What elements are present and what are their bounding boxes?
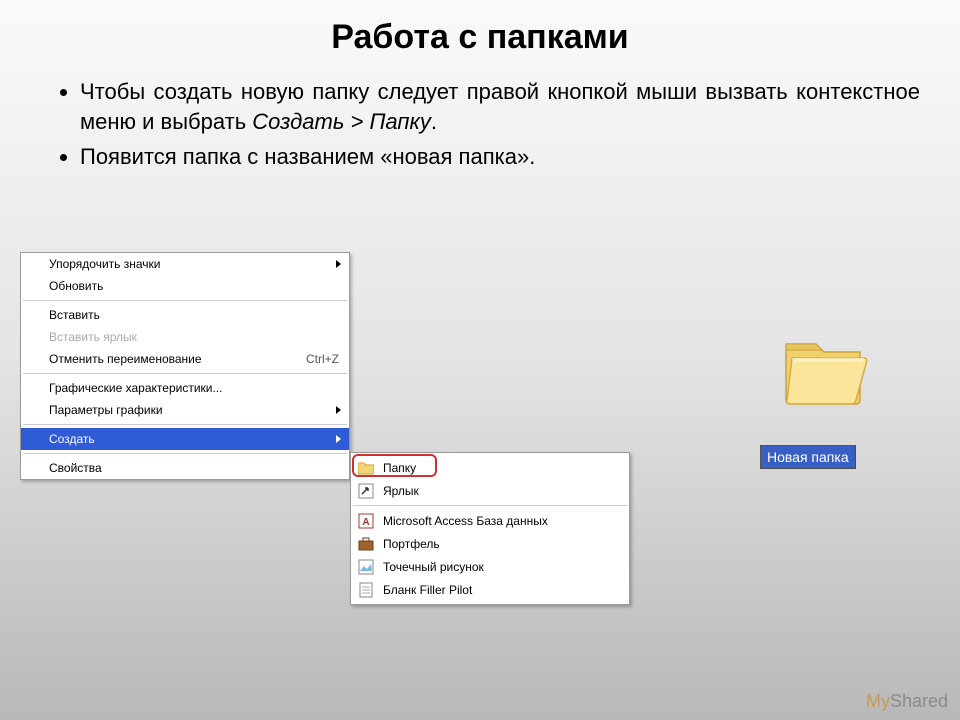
context-menu: Упорядочить значки Обновить Вставить Вст…: [20, 252, 350, 480]
menu-refresh[interactable]: Обновить: [21, 275, 349, 297]
shortcut-icon: [357, 482, 375, 500]
separator: [23, 373, 347, 374]
label: Папку: [383, 461, 416, 475]
bullet-1: Чтобы создать новую папку следует правой…: [80, 77, 920, 136]
page-title: Работа с папками: [0, 0, 960, 57]
menu-graphics-params[interactable]: Параметры графики: [21, 399, 349, 421]
submenu-access[interactable]: A Microsoft Access База данных: [351, 509, 629, 532]
create-submenu: Папку Ярлык A Microsoft Access База данн…: [350, 452, 630, 605]
label: Отменить переименование: [49, 352, 202, 366]
label: Точечный рисунок: [383, 560, 484, 574]
separator: [23, 453, 347, 454]
submenu-briefcase[interactable]: Портфель: [351, 532, 629, 555]
access-icon: A: [357, 512, 375, 530]
submenu-arrow-icon: [336, 435, 341, 443]
label: Параметры графики: [49, 403, 163, 417]
form-icon: [357, 581, 375, 599]
submenu-shortcut[interactable]: Ярлык: [351, 479, 629, 502]
text-italic: Создать > Папку: [252, 109, 431, 134]
text: Shared: [890, 691, 948, 711]
menu-paste-shortcut: Вставить ярлык: [21, 326, 349, 348]
separator: [23, 424, 347, 425]
submenu-arrow-icon: [336, 406, 341, 414]
submenu-folder[interactable]: Папку: [351, 456, 629, 479]
menu-arrange-icons[interactable]: Упорядочить значки: [21, 253, 349, 275]
label: Бланк Filler Pilot: [383, 583, 472, 597]
new-folder-name-field[interactable]: Новая папка: [760, 445, 856, 469]
label: Вставить: [49, 308, 100, 322]
menu-graphics-props[interactable]: Графические характеристики...: [21, 377, 349, 399]
label: Вставить ярлык: [49, 330, 137, 344]
instruction-list: Чтобы создать новую папку следует правой…: [55, 77, 920, 172]
watermark: MyShared: [866, 691, 948, 712]
bullet-2: Появится папка с названием «новая папка»…: [80, 142, 920, 172]
menu-create[interactable]: Создать: [21, 428, 349, 450]
submenu-bitmap[interactable]: Точечный рисунок: [351, 555, 629, 578]
folder-icon: [357, 459, 375, 477]
submenu-arrow-icon: [336, 260, 341, 268]
label: Ярлык: [383, 484, 419, 498]
bitmap-icon: [357, 558, 375, 576]
label: Свойства: [49, 461, 102, 475]
text: Чтобы создать новую папку следует правой…: [80, 79, 920, 134]
label: Портфель: [383, 537, 440, 551]
menu-paste[interactable]: Вставить: [21, 304, 349, 326]
separator: [353, 505, 627, 506]
new-folder-icon[interactable]: [780, 330, 870, 415]
label: Графические характеристики...: [49, 381, 222, 395]
label: Создать: [49, 432, 95, 446]
svg-text:A: A: [362, 517, 369, 528]
text: .: [431, 109, 437, 134]
label: Упорядочить значки: [49, 257, 161, 271]
label: Microsoft Access База данных: [383, 514, 548, 528]
shortcut: Ctrl+Z: [306, 352, 339, 366]
submenu-filler-pilot[interactable]: Бланк Filler Pilot: [351, 578, 629, 601]
briefcase-icon: [357, 535, 375, 553]
label: Обновить: [49, 279, 103, 293]
menu-undo-rename[interactable]: Отменить переименование Ctrl+Z: [21, 348, 349, 370]
text: My: [866, 691, 890, 711]
separator: [23, 300, 347, 301]
menu-properties[interactable]: Свойства: [21, 457, 349, 479]
